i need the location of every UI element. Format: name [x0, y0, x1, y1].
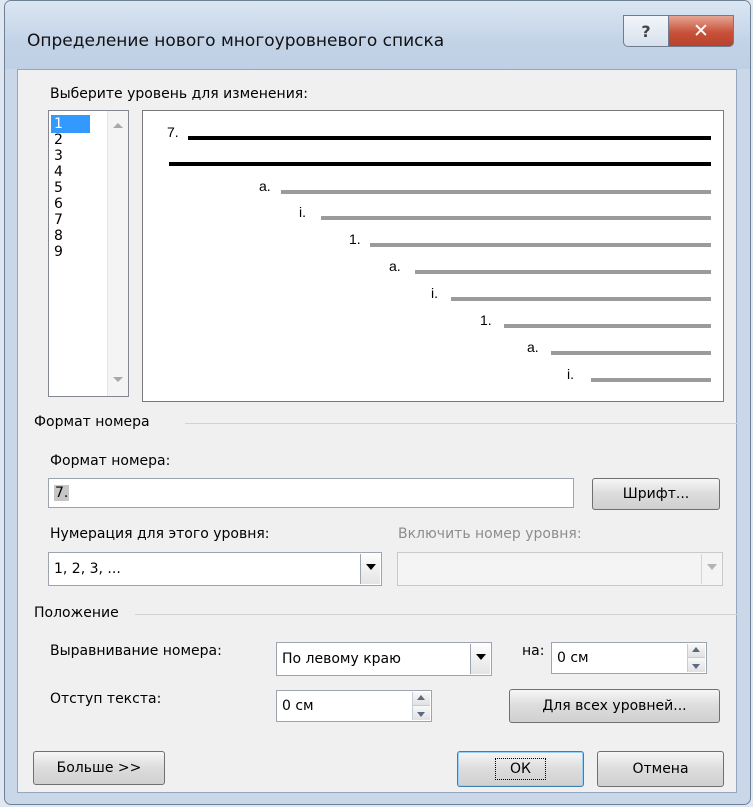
- list-preview: 7. a. i. 1. a. i. 1. a. i.: [142, 110, 724, 402]
- spin-down-button[interactable]: [688, 658, 705, 672]
- help-button[interactable]: ?: [623, 15, 669, 47]
- title-bar[interactable]: Определение нового многоуровневого списк…: [5, 1, 750, 69]
- indent-label: Отступ текста:: [50, 691, 162, 707]
- dialog-title: Определение нового многоуровневого списк…: [27, 31, 445, 51]
- preview-text-line: [321, 216, 711, 220]
- help-icon: ?: [641, 21, 651, 41]
- at-label: на:: [522, 643, 545, 659]
- number-position-spinner[interactable]: 0 см: [551, 642, 707, 674]
- number-position-value: 0 см: [557, 650, 589, 666]
- preview-text-line: [188, 136, 711, 140]
- preview-number-label: i.: [567, 366, 574, 382]
- number-format-section-title: Формат номера: [34, 414, 150, 430]
- section-divider: [135, 614, 740, 615]
- more-button[interactable]: Больше >>: [33, 751, 165, 785]
- preview-text-line: [370, 243, 711, 247]
- preview-text-line: [591, 378, 711, 382]
- ok-button[interactable]: ОК: [457, 751, 584, 787]
- alignment-value: По левому краю: [282, 651, 401, 667]
- level-list[interactable]: 123456789: [48, 110, 129, 397]
- preview-number-label: a.: [259, 178, 271, 194]
- cancel-button[interactable]: Отмена: [597, 751, 724, 787]
- preview-text-line: [551, 351, 711, 355]
- spin-up-button[interactable]: [688, 644, 705, 658]
- alignment-label: Выравнивание номера:: [50, 643, 222, 659]
- preview-text-line: [504, 324, 711, 328]
- close-icon: ✕: [693, 20, 709, 42]
- include-level-select: [397, 552, 723, 586]
- number-format-field-label: Формат номера:: [50, 453, 171, 469]
- section-divider: [185, 423, 740, 424]
- preview-number-label: 1.: [480, 312, 492, 328]
- chevron-down-icon: [707, 564, 717, 570]
- preview-text-line: [169, 162, 711, 166]
- numbering-dropdown-button[interactable]: [360, 554, 380, 584]
- preview-number-label: 1.: [349, 231, 361, 247]
- spin-buttons[interactable]: [412, 692, 430, 720]
- scroll-down-icon[interactable]: [113, 377, 123, 382]
- level-list-scrollbar[interactable]: [107, 111, 128, 396]
- number-format-value: 7.: [54, 485, 70, 501]
- preview-text-line: [415, 270, 711, 274]
- preview-number-label: a.: [389, 258, 401, 274]
- text-indent-spinner[interactable]: 0 см: [276, 690, 432, 722]
- numbering-style-select[interactable]: 1, 2, 3, ...: [48, 552, 382, 586]
- preview-number-label: i.: [299, 204, 306, 220]
- preview-text-line: [451, 297, 711, 301]
- numbering-style-value: 1, 2, 3, ...: [54, 561, 121, 577]
- alignment-select[interactable]: По левому краю: [276, 642, 492, 676]
- preview-number-label: 7.: [167, 124, 179, 140]
- spin-down-button[interactable]: [413, 706, 430, 720]
- position-section-title: Положение: [34, 605, 119, 621]
- preview-text-line: [281, 190, 711, 194]
- close-button[interactable]: ✕: [668, 15, 734, 47]
- text-indent-value: 0 см: [282, 698, 314, 714]
- include-level-label: Включить номер уровня:: [398, 526, 582, 542]
- level-item[interactable]: 9: [51, 243, 90, 261]
- font-button[interactable]: Шрифт...: [592, 478, 720, 510]
- level-select-label: Выберите уровень для изменения:: [50, 86, 308, 102]
- chevron-down-icon: [476, 654, 486, 660]
- alignment-dropdown-button[interactable]: [470, 644, 490, 674]
- numbering-style-label: Нумерация для этого уровня:: [50, 526, 270, 542]
- spin-up-button[interactable]: [413, 692, 430, 706]
- preview-number-label: a.: [527, 339, 539, 355]
- ok-label: ОК: [495, 758, 546, 780]
- spin-buttons[interactable]: [687, 644, 705, 672]
- number-format-input[interactable]: 7.: [48, 478, 574, 508]
- scroll-up-icon[interactable]: [113, 123, 123, 128]
- include-level-dropdown-button: [701, 554, 721, 584]
- chevron-down-icon: [366, 564, 376, 570]
- preview-number-label: i.: [431, 285, 438, 301]
- all-levels-button[interactable]: Для всех уровней...: [509, 689, 720, 723]
